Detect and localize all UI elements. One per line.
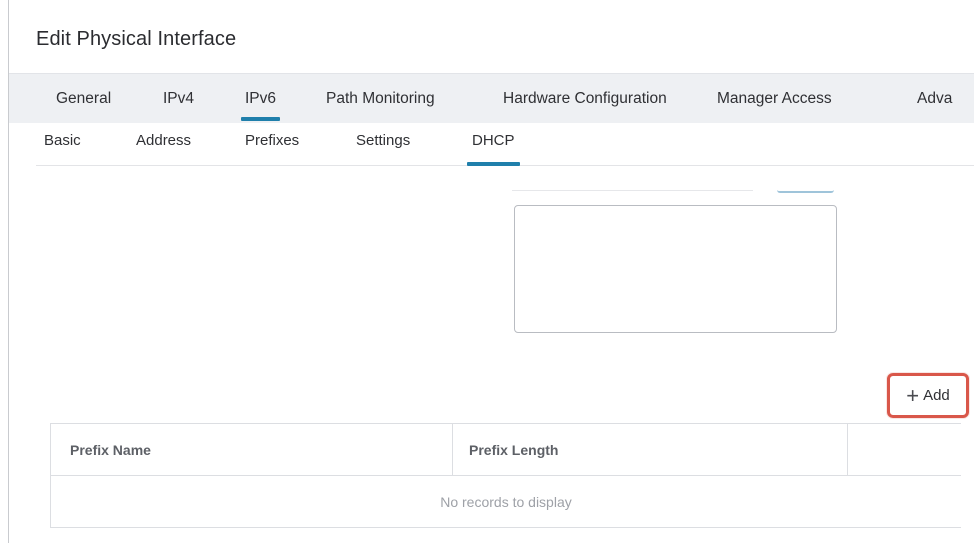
column-divider — [452, 424, 453, 476]
tab-advanced[interactable]: Adva — [917, 74, 952, 124]
column-divider — [847, 424, 848, 476]
subtab-label: Basic — [44, 132, 81, 149]
tab-ipv6[interactable]: IPv6 — [241, 74, 281, 124]
tab-hardware-configuration[interactable]: Hardware Configuration — [503, 74, 667, 124]
tab-label: IPv6 — [245, 90, 277, 107]
prefix-table: Prefix Name Prefix Length No records to … — [50, 423, 961, 528]
dialog-title: Edit Physical Interface — [36, 28, 237, 50]
clipped-button[interactable] — [777, 190, 834, 193]
sub-tab-bar: Basic Address Prefixes Settings DHCP — [36, 124, 974, 166]
clipped-input-field[interactable] — [512, 190, 753, 191]
table-header: Prefix Name Prefix Length — [51, 424, 961, 476]
subtab-settings[interactable]: Settings — [356, 132, 410, 149]
subtab-label: DHCP — [472, 132, 515, 149]
subtab-dhcp[interactable]: DHCP — [467, 132, 520, 166]
tab-general[interactable]: General — [56, 74, 111, 124]
textarea-field[interactable] — [514, 205, 837, 333]
active-tab-indicator — [241, 117, 281, 121]
tab-path-monitoring[interactable]: Path Monitoring — [326, 74, 435, 124]
add-prefix-button[interactable]: + Add — [887, 373, 969, 418]
add-button-label: Add — [923, 387, 950, 404]
tab-label: Path Monitoring — [326, 90, 435, 107]
subtab-label: Settings — [356, 132, 411, 149]
subtab-prefixes[interactable]: Prefixes — [245, 132, 299, 149]
subtab-label: Address — [136, 132, 192, 149]
tab-label: Hardware Configuration — [503, 90, 667, 107]
empty-table-message: No records to display — [440, 494, 572, 510]
main-tab-bar: General IPv4 IPv6 Path Monitoring Hardwa… — [9, 73, 974, 123]
subtab-address[interactable]: Address — [136, 132, 191, 149]
subtab-basic[interactable]: Basic — [44, 132, 81, 149]
column-header-prefix-length[interactable]: Prefix Length — [469, 424, 558, 476]
active-subtab-indicator — [467, 162, 520, 166]
tab-ipv4[interactable]: IPv4 — [163, 74, 194, 124]
tab-label: General — [56, 90, 112, 107]
column-header-prefix-name[interactable]: Prefix Name — [70, 424, 151, 476]
tab-label: Adva — [917, 90, 953, 107]
subtab-label: Prefixes — [245, 132, 300, 149]
plus-icon: + — [906, 382, 920, 408]
tab-label: Manager Access — [717, 90, 832, 107]
tab-manager-access[interactable]: Manager Access — [717, 74, 832, 124]
tab-label: IPv4 — [163, 90, 195, 107]
